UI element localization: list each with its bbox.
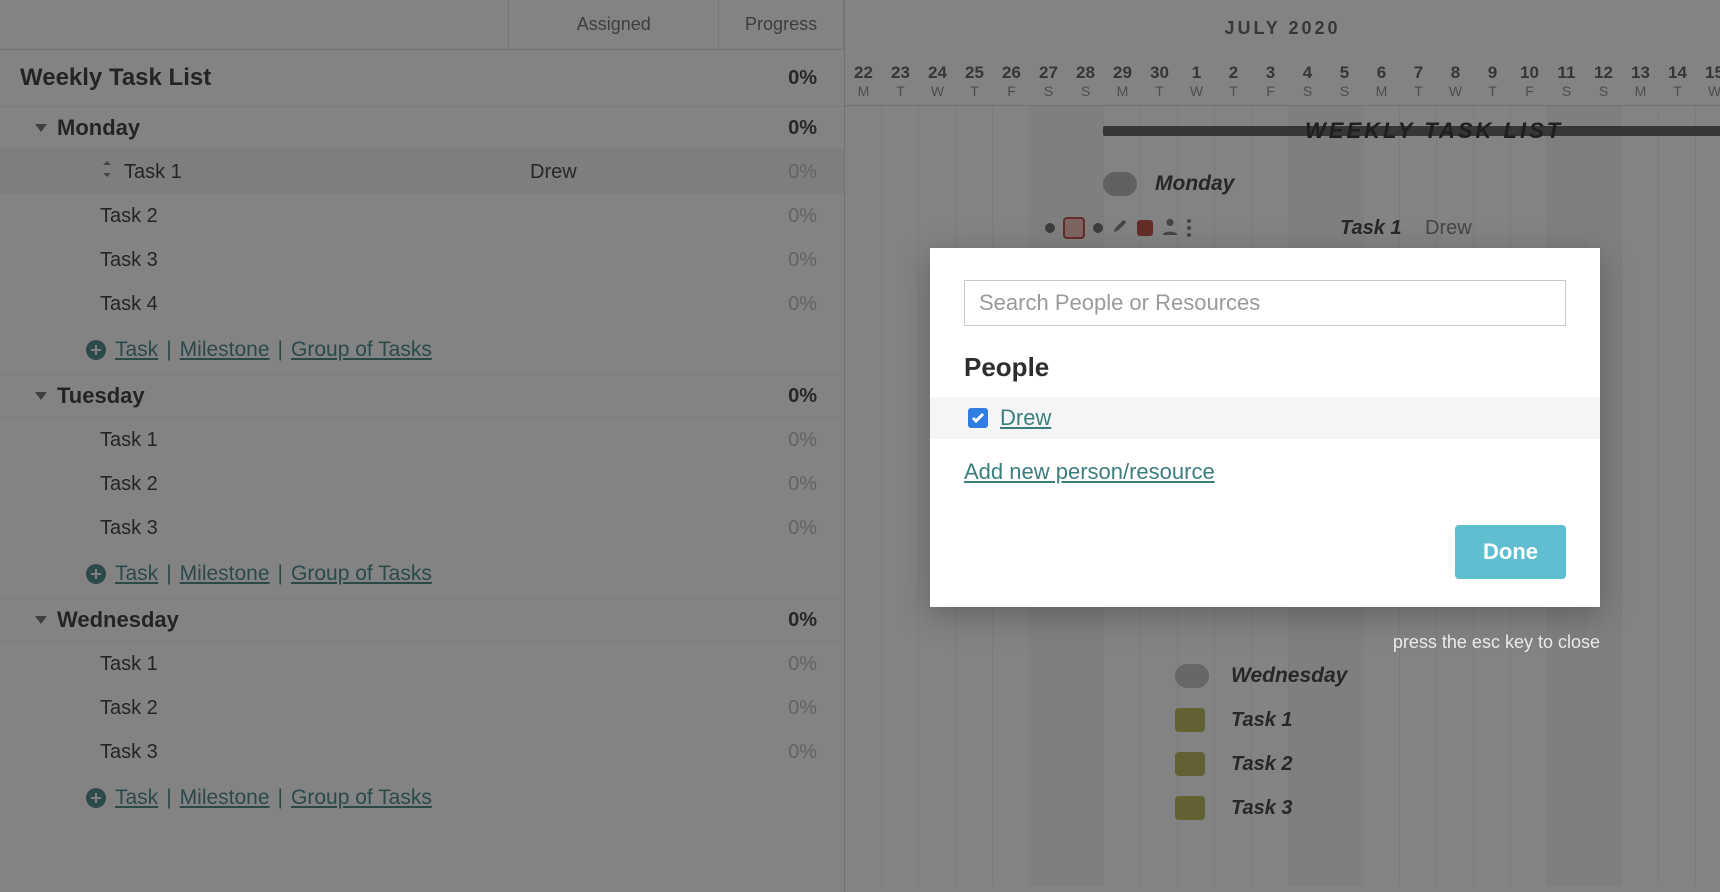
people-heading: People: [964, 352, 1566, 383]
checkbox-checked-icon[interactable]: [968, 408, 988, 428]
assign-resource-dialog: People Drew Add new person/resource Done: [930, 248, 1600, 607]
app-root: Assigned Progress Weekly Task List 0% Mo…: [0, 0, 1720, 892]
add-person-link[interactable]: Add new person/resource: [964, 459, 1566, 485]
done-button[interactable]: Done: [1455, 525, 1566, 579]
person-name-link[interactable]: Drew: [1000, 405, 1051, 431]
esc-hint: press the esc key to close: [930, 632, 1600, 653]
person-row[interactable]: Drew: [930, 397, 1600, 439]
search-input[interactable]: [964, 280, 1566, 326]
